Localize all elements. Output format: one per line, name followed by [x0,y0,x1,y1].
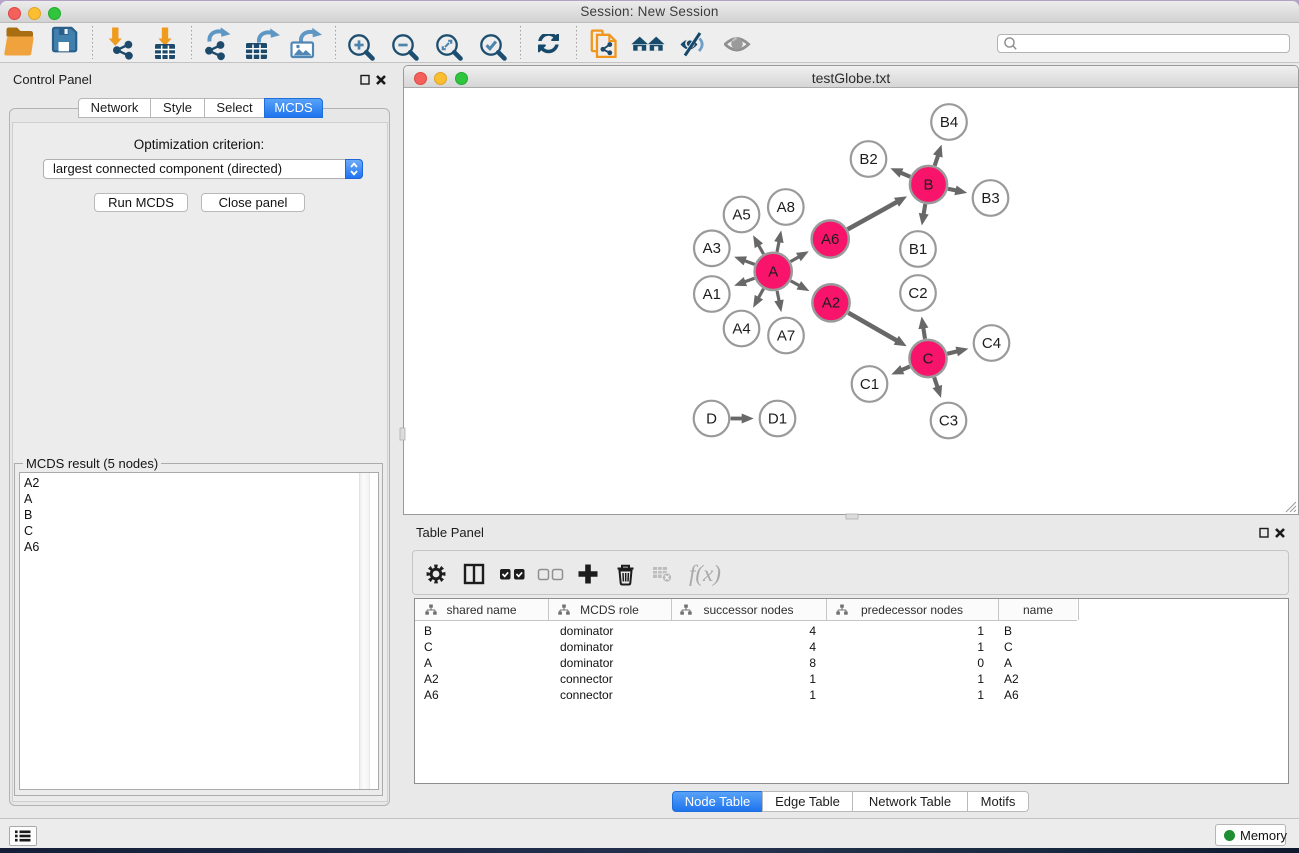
svg-text:C2: C2 [908,285,927,302]
svg-text:C: C [923,350,934,367]
svg-text:A6: A6 [821,231,839,248]
svg-text:A2: A2 [822,295,840,312]
svg-text:B: B [923,176,933,193]
svg-text:A1: A1 [703,286,721,303]
svg-text:A8: A8 [777,199,795,216]
svg-text:B2: B2 [859,151,877,168]
svg-text:A5: A5 [732,206,750,223]
svg-text:B1: B1 [909,241,927,258]
svg-text:D: D [706,410,717,427]
svg-text:A: A [768,263,778,280]
svg-text:B4: B4 [940,114,958,131]
svg-text:A7: A7 [777,327,795,344]
svg-text:D1: D1 [768,410,787,427]
svg-text:C3: C3 [939,412,958,429]
svg-text:B3: B3 [981,190,999,207]
svg-text:f(x): f(x) [689,561,721,586]
svg-text:C1: C1 [860,376,879,393]
svg-text:C4: C4 [982,335,1001,352]
svg-text:A3: A3 [703,240,721,257]
svg-text:A4: A4 [732,320,750,337]
